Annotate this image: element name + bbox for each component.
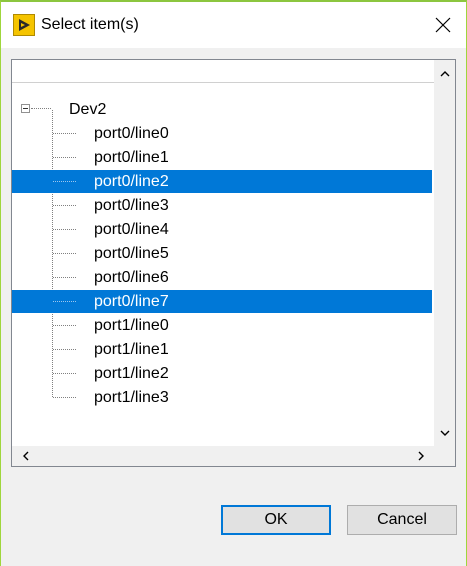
labview-app-icon <box>13 14 35 36</box>
scroll-right-button[interactable] <box>408 446 434 466</box>
item-tree-listbox[interactable]: Dev2 port0/line0 port0/line1 port0/line2 po… <box>11 59 456 467</box>
close-button[interactable] <box>420 2 466 48</box>
ok-button[interactable]: OK <box>221 505 331 535</box>
tree-item-label: port0/line0 <box>94 125 169 142</box>
tree-item-label: port0/line4 <box>94 221 169 238</box>
tree-connector <box>53 301 76 302</box>
tree-item[interactable]: port0/line2 <box>12 170 432 193</box>
tree-item[interactable]: port0/line1 <box>12 146 432 169</box>
chevron-down-icon <box>440 430 449 436</box>
close-icon <box>435 17 451 33</box>
select-items-dialog: Select item(s) Dev2 port0/line0 port0/lin… <box>0 0 467 566</box>
tree-item-label: port0/line6 <box>94 269 169 286</box>
tree-item-label: port0/line3 <box>94 197 169 214</box>
scroll-up-button[interactable] <box>434 60 455 86</box>
tree-item-label: port1/line3 <box>94 389 169 406</box>
tree-connector <box>53 205 76 206</box>
tree-connector <box>53 229 76 230</box>
cancel-button[interactable]: Cancel <box>347 505 457 535</box>
horizontal-scrollbar[interactable] <box>12 446 434 466</box>
vertical-scrollbar[interactable] <box>434 60 455 446</box>
tree-item[interactable]: port1/line3 <box>12 386 432 409</box>
title-bar[interactable]: Select item(s) <box>1 2 466 48</box>
chevron-up-icon <box>440 70 449 76</box>
tree-item-label: port1/line0 <box>94 317 169 334</box>
tree-item[interactable]: port0/line5 <box>12 242 432 265</box>
tree-connector <box>53 253 76 254</box>
tree-root-label: Dev2 <box>69 101 107 118</box>
tree-connector <box>31 108 51 109</box>
tree-item-label: port0/line1 <box>94 149 169 166</box>
scroll-down-button[interactable] <box>434 420 455 446</box>
tree-connector <box>53 277 76 278</box>
tree-item-label: port0/line7 <box>94 293 169 310</box>
window-title: Select item(s) <box>41 16 139 33</box>
tree-item-label: port1/line1 <box>94 341 169 358</box>
tree-item[interactable]: port1/line0 <box>12 314 432 337</box>
tree-connector <box>53 373 76 374</box>
chevron-left-icon <box>22 451 28 461</box>
tree-connector <box>53 133 76 134</box>
tree-connector <box>53 157 76 158</box>
tree-header-line <box>12 82 434 83</box>
tree-item[interactable]: port0/line6 <box>12 266 432 289</box>
tree-item-label: port0/line5 <box>94 245 169 262</box>
tree-item[interactable]: port0/line3 <box>12 194 432 217</box>
tree-view[interactable]: Dev2 port0/line0 port0/line1 port0/line2 po… <box>12 60 434 446</box>
collapse-minus-icon[interactable] <box>21 104 30 113</box>
tree-item[interactable]: port0/line0 <box>12 122 432 145</box>
tree-connector <box>53 397 76 398</box>
tree-item[interactable]: port0/line4 <box>12 218 432 241</box>
tree-item-label: port0/line2 <box>94 173 169 190</box>
tree-item-label: port1/line2 <box>94 365 169 382</box>
scroll-left-button[interactable] <box>12 446 38 466</box>
dialog-body: Dev2 port0/line0 port0/line1 port0/line2 po… <box>1 48 466 566</box>
tree-connector <box>53 349 76 350</box>
chevron-right-icon <box>418 451 424 461</box>
tree-item[interactable]: port1/line2 <box>12 362 432 385</box>
tree-item[interactable]: port1/line1 <box>12 338 432 361</box>
scroll-corner <box>434 446 455 466</box>
tree-item[interactable]: port0/line7 <box>12 290 432 313</box>
tree-connector <box>53 325 76 326</box>
tree-root-dev2[interactable]: Dev2 <box>12 98 432 121</box>
tree-connector <box>53 181 76 182</box>
